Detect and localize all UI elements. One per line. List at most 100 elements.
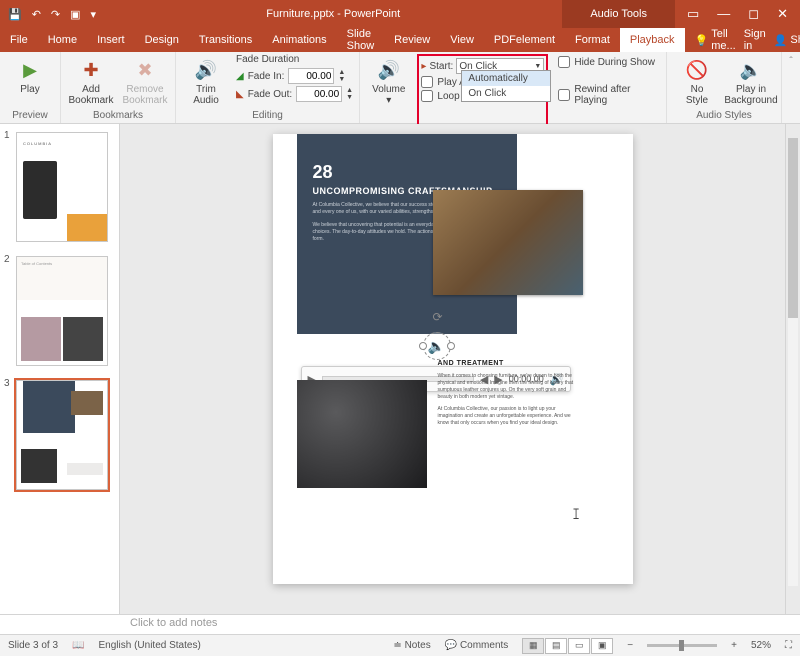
status-bar: Slide 3 of 3 📖 English (United States) ≐…	[0, 634, 800, 656]
notes-toggle[interactable]: ≐ Notes	[393, 640, 430, 651]
hide-during-show-checkbox[interactable]	[558, 56, 570, 68]
play-label: Play	[20, 84, 39, 95]
normal-view-icon[interactable]: ▦	[522, 638, 544, 654]
fade-in-icon: ◢	[236, 71, 244, 82]
close-icon[interactable]: ✕	[777, 6, 788, 22]
trim-audio-button[interactable]: 🔊 Trim Audio	[182, 54, 230, 106]
undo-icon[interactable]: ↶	[32, 8, 41, 21]
thumb2-toc: Table of Contents	[17, 257, 107, 300]
thumb-number: 1	[4, 130, 10, 141]
tab-insert[interactable]: Insert	[87, 28, 135, 52]
zoom-slider[interactable]	[647, 644, 717, 647]
fade-out-input[interactable]	[296, 86, 342, 102]
group-audio-styles-label: Audio Styles	[673, 110, 775, 123]
audio-object[interactable]: 🔈	[423, 332, 451, 360]
dropdown-item-on-click[interactable]: On Click	[462, 86, 550, 101]
slideshow-view-icon[interactable]: ▣	[591, 638, 613, 654]
volume-button[interactable]: 🔊 Volume▾	[366, 54, 411, 106]
zoom-in-icon[interactable]: +	[731, 640, 737, 651]
save-icon[interactable]: 💾	[8, 8, 22, 21]
trim-icon: 🔊	[194, 58, 218, 82]
fade-in-input[interactable]	[288, 68, 334, 84]
tab-file[interactable]: File	[0, 28, 38, 52]
no-style-label: No Style	[686, 84, 708, 106]
comments-toggle[interactable]: 💬 Comments	[445, 640, 509, 651]
vertical-scrollbar[interactable]	[785, 124, 800, 614]
tab-transitions[interactable]: Transitions	[189, 28, 262, 52]
dropdown-item-automatically[interactable]: Automatically	[462, 71, 550, 86]
remove-bookmark-label: Remove Bookmark	[122, 84, 167, 106]
play-in-background-button[interactable]: 🔈 Play in Background	[727, 54, 775, 106]
thumb-1[interactable]: 1 COLUMBIA	[6, 132, 113, 242]
right-text-block: AND TREATMENT When it comes to choosing …	[438, 360, 578, 432]
start-label: Start:	[429, 61, 453, 72]
ribbon: ▶ Play Preview ✚ Add Bookmark ✖ Remove B…	[0, 52, 800, 124]
contextual-tab-label: Audio Tools	[562, 0, 675, 28]
slide-page: 28 UNCOMPROMISING CRAFTSMANSHIP At Colum…	[273, 134, 633, 584]
fade-duration-label: Fade Duration	[236, 54, 353, 65]
minimize-icon[interactable]: ―	[717, 6, 730, 22]
group-preview-label: Preview	[6, 110, 54, 123]
share-label: Share	[790, 34, 800, 46]
add-bookmark-label: Add Bookmark	[68, 84, 113, 106]
share-button[interactable]: 👤 Share	[774, 34, 800, 47]
no-style-button[interactable]: 🚫 No Style	[673, 54, 721, 106]
right-para-2: At Columbia Collective, our passion is t…	[438, 406, 578, 427]
tab-design[interactable]: Design	[135, 28, 189, 52]
tab-animations[interactable]: Animations	[262, 28, 336, 52]
redo-icon[interactable]: ↷	[51, 8, 60, 21]
zoom-out-icon[interactable]: −	[627, 640, 633, 651]
work-area: 1 COLUMBIA 2 Table of Contents 3 28 UNCO…	[0, 124, 800, 614]
thumb-number: 2	[4, 254, 10, 265]
maximize-icon[interactable]: ◻	[748, 6, 759, 22]
start-from-beginning-icon[interactable]: ▣	[70, 8, 80, 21]
add-bookmark-button[interactable]: ✚ Add Bookmark	[67, 54, 115, 106]
bookmark-add-icon: ✚	[79, 58, 103, 82]
tab-home[interactable]: Home	[38, 28, 87, 52]
start-play-icon: ▸	[421, 61, 426, 72]
ribbon-display-icon[interactable]: ▭	[687, 6, 699, 22]
collapse-ribbon-icon[interactable]: ˆ	[789, 56, 792, 67]
slide-number-big: 28	[313, 162, 501, 183]
rewind-checkbox[interactable]	[558, 89, 570, 101]
zoom-level[interactable]: 52%	[751, 640, 771, 651]
spellcheck-icon[interactable]: 📖	[72, 640, 84, 651]
tab-format[interactable]: Format	[565, 28, 620, 52]
craftsmanship-image	[433, 190, 583, 295]
sorter-view-icon[interactable]: ▤	[545, 638, 567, 654]
play-button[interactable]: ▶ Play	[6, 54, 54, 95]
hide-label: Hide During Show	[574, 57, 655, 68]
thumb1-brand: COLUMBIA	[23, 141, 52, 146]
thumb-2[interactable]: 2 Table of Contents	[6, 256, 113, 366]
window-title: Furniture.pptx - PowerPoint	[104, 8, 562, 20]
reading-view-icon[interactable]: ▭	[568, 638, 590, 654]
qat-more-icon[interactable]: ▾	[91, 8, 97, 21]
chevron-down-icon: ▼	[534, 63, 541, 70]
tab-slideshow[interactable]: Slide Show	[337, 28, 385, 52]
tab-pdfelement[interactable]: PDFelement	[484, 28, 565, 52]
sign-in[interactable]: Sign in	[744, 28, 766, 52]
tell-me[interactable]: 💡 Tell me...	[695, 28, 736, 52]
start-dropdown: Automatically On Click	[461, 70, 551, 102]
loop-checkbox[interactable]	[421, 90, 433, 102]
notes-pane[interactable]: Click to add notes	[0, 614, 800, 634]
speaker-icon: 🔈	[423, 332, 451, 360]
thumb-3[interactable]: 3	[6, 380, 113, 490]
title-bar: 💾 ↶ ↷ ▣ ▾ Furniture.pptx - PowerPoint Au…	[0, 0, 800, 28]
spinner-icon[interactable]: ▲▼	[338, 69, 345, 83]
rotate-handle-icon[interactable]: ⟳	[433, 310, 443, 324]
thumb-number: 3	[4, 378, 10, 389]
slide-canvas[interactable]: 28 UNCOMPROMISING CRAFTSMANSHIP At Colum…	[120, 124, 785, 614]
play-across-checkbox[interactable]	[421, 76, 433, 88]
tab-view[interactable]: View	[440, 28, 484, 52]
view-buttons: ▦ ▤ ▭ ▣	[522, 638, 613, 654]
language-label[interactable]: English (United States)	[99, 640, 201, 651]
tab-playback[interactable]: Playback	[620, 28, 685, 52]
tab-review[interactable]: Review	[384, 28, 440, 52]
slide-thumbnail-panel[interactable]: 1 COLUMBIA 2 Table of Contents 3	[0, 124, 120, 614]
fade-out-label: Fade Out:	[248, 89, 292, 100]
fit-to-window-icon[interactable]: ⛶	[785, 640, 792, 651]
spinner-icon[interactable]: ▲▼	[346, 87, 353, 101]
trim-label: Trim Audio	[193, 84, 219, 106]
play-bg-label: Play in Background	[724, 84, 777, 106]
